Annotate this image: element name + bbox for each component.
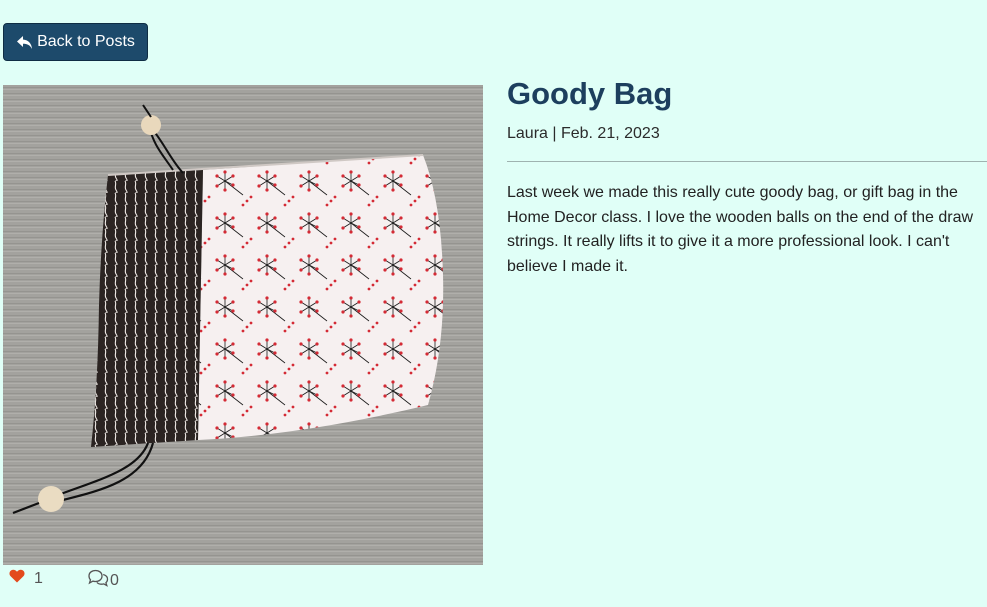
post-title: Goody Bag: [507, 76, 673, 111]
comments-button[interactable]: 0: [87, 569, 119, 592]
back-to-posts-label: Back to Posts: [37, 33, 135, 50]
like-button[interactable]: 1: [9, 569, 43, 588]
like-count: 1: [34, 569, 43, 587]
divider: [507, 161, 987, 162]
heart-icon: [9, 569, 25, 588]
post-meta: Laura | Feb. 21, 2023: [507, 125, 660, 142]
post-body: Last week we made this really cute goody…: [507, 184, 974, 275]
comment-count: 0: [110, 571, 119, 589]
comments-icon: [87, 569, 109, 592]
back-to-posts-button[interactable]: Back to Posts: [3, 23, 148, 61]
post-image: [3, 85, 483, 565]
reply-arrow-icon: [16, 35, 33, 50]
